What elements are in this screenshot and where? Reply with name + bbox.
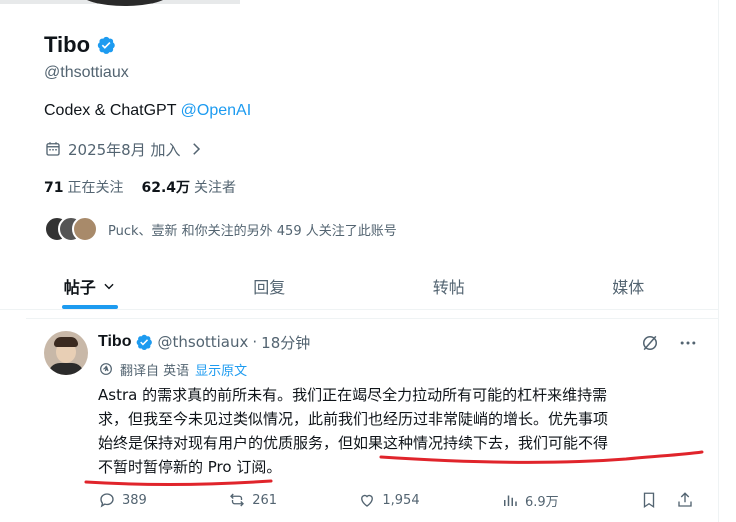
column-border bbox=[718, 0, 719, 522]
bio-text: Codex & ChatGPT bbox=[44, 102, 181, 119]
followers-count: 62.4万 bbox=[141, 180, 191, 196]
like-button[interactable]: 1,954 bbox=[358, 491, 420, 509]
tab-reposts[interactable]: 转帖 bbox=[359, 262, 539, 309]
calendar-icon bbox=[46, 142, 60, 156]
follow-stats: 71 正在关注 62.4万 关注者 bbox=[44, 176, 704, 198]
profile-name: Tibo bbox=[44, 32, 91, 57]
mutual-avatars bbox=[44, 216, 100, 242]
tweet-actions: 389 261 1,954 6.9万 bbox=[98, 489, 694, 511]
reply-button[interactable]: 389 bbox=[98, 491, 147, 509]
tab-posts[interactable]: 帖子 bbox=[0, 262, 180, 309]
like-icon bbox=[361, 494, 374, 507]
followers-label: 关注者 bbox=[194, 180, 237, 196]
profile-bio: Codex & ChatGPT @OpenAI bbox=[44, 102, 704, 124]
following-count: 71 bbox=[44, 180, 64, 196]
profile-header: Tibo @thsottiaux Codex & ChatGPT @OpenAI… bbox=[44, 30, 704, 244]
tab-media[interactable]: 媒体 bbox=[539, 262, 719, 309]
name-row: Tibo bbox=[44, 30, 704, 60]
followers-link[interactable]: 62.4万 关注者 bbox=[141, 177, 236, 197]
reply-count: 389 bbox=[122, 492, 147, 508]
views-icon bbox=[503, 495, 517, 506]
following-link[interactable]: 71 正在关注 bbox=[44, 177, 123, 197]
repost-button[interactable]: 261 bbox=[228, 491, 277, 509]
tab-reposts-label: 转帖 bbox=[432, 277, 465, 297]
views-button[interactable]: 6.9万 bbox=[501, 491, 559, 510]
tweet-extra-actions bbox=[640, 491, 694, 509]
tab-replies[interactable]: 回复 bbox=[180, 262, 360, 309]
chevron-right-icon bbox=[192, 143, 200, 155]
bookmark-icon[interactable] bbox=[640, 491, 658, 509]
tweet[interactable]: Tibo @thsottiaux · 18分钟 翻译自 英语 显示原文 Astr… bbox=[26, 318, 718, 522]
joined-date-row[interactable]: 2025年8月 加入 bbox=[44, 138, 704, 160]
bio-mention-link[interactable]: @OpenAI bbox=[181, 102, 252, 119]
repost-count: 261 bbox=[252, 492, 278, 508]
like-count: 1,954 bbox=[382, 492, 420, 508]
profile-handle: @thsottiaux bbox=[44, 64, 129, 81]
followers-you-know[interactable]: Puck、壹新 和你关注的另外 459 人关注了此账号 bbox=[44, 214, 704, 244]
avatar bbox=[72, 216, 98, 242]
profile-tabs: 帖子 回复 转帖 媒体 bbox=[0, 262, 718, 310]
tab-media-label: 媒体 bbox=[612, 277, 645, 297]
reply-icon bbox=[100, 493, 114, 508]
followers-you-know-text: Puck、壹新 和你关注的另外 459 人关注了此账号 bbox=[108, 223, 397, 239]
chevron-down-icon bbox=[104, 283, 114, 289]
tab-replies-label: 回复 bbox=[253, 277, 286, 297]
repost-icon bbox=[230, 493, 245, 507]
following-label: 正在关注 bbox=[67, 180, 124, 196]
views-count: 6.9万 bbox=[524, 494, 559, 510]
joined-date: 2025年8月 加入 bbox=[68, 140, 181, 159]
share-icon[interactable] bbox=[676, 491, 694, 509]
top-edge bbox=[0, 0, 736, 6]
verified-badge-icon[interactable] bbox=[96, 35, 116, 55]
tab-posts-label: 帖子 bbox=[63, 277, 96, 297]
